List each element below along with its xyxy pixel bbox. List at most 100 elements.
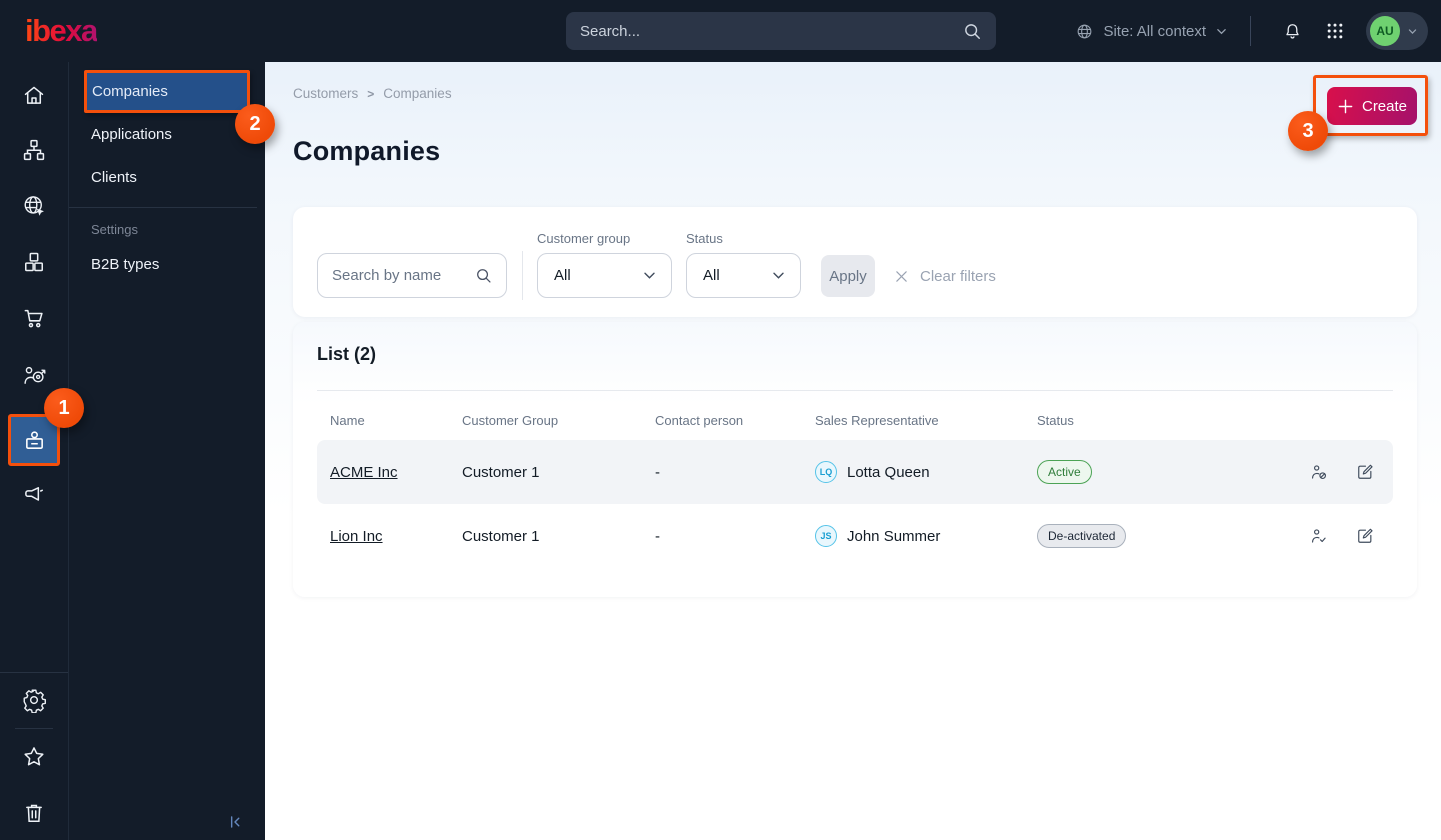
sitemap-icon — [21, 137, 47, 163]
avatar: LQ — [815, 461, 837, 483]
sidebar-item-clients[interactable]: Clients — [69, 159, 266, 195]
user-menu[interactable]: AU — [1366, 12, 1428, 50]
sidebar-section-settings: Settings — [91, 222, 138, 237]
status-select[interactable]: All — [686, 253, 801, 298]
col-header-customer-group: Customer Group — [462, 412, 559, 428]
rail-item-site-management[interactable] — [0, 181, 68, 231]
rail-item-product-catalog[interactable] — [0, 237, 68, 287]
list-divider — [317, 390, 1393, 391]
site-context-label: Site: All context — [1103, 22, 1206, 40]
sidebar-item-b2b-types[interactable]: B2B types — [69, 246, 266, 282]
avatar: JS — [815, 525, 837, 547]
sales-representative-cell: LQ Lotta Queen — [815, 461, 1037, 483]
notifications-bell-icon[interactable] — [1282, 21, 1303, 42]
trash-icon — [21, 800, 47, 826]
chevron-down-icon — [642, 268, 657, 283]
contact-person-cell: - — [655, 463, 660, 481]
company-name-link[interactable]: ACME Inc — [330, 464, 462, 481]
rail-divider-short — [15, 728, 53, 729]
col-header-name: Name — [330, 412, 365, 428]
page-title: Companies — [293, 136, 441, 166]
rail-item-customers[interactable] — [0, 411, 68, 469]
rail-divider — [0, 672, 68, 673]
rail-item-marketing[interactable] — [0, 470, 68, 520]
rail-item-customer-experience[interactable] — [0, 350, 68, 400]
status-badge: De-activated — [1037, 524, 1127, 548]
search-icon — [475, 267, 493, 285]
search-icon — [963, 22, 982, 41]
col-header-contact-person: Contact person — [655, 412, 744, 428]
clear-filters-label: Clear filters — [920, 267, 996, 285]
breadcrumb-customers[interactable]: Customers — [293, 86, 358, 101]
companies-list-card: List (2) Name Customer Group Contact per… — [293, 322, 1417, 597]
customers-submenu: Companies Applications Clients Settings … — [68, 62, 265, 840]
sales-representative-cell: JS John Summer — [815, 525, 1037, 547]
company-name-link[interactable]: Lion Inc — [330, 528, 462, 545]
app-grid-icon[interactable] — [1325, 21, 1345, 41]
edit-button[interactable] — [1355, 526, 1375, 546]
home-icon — [21, 82, 47, 108]
activate-user-button[interactable] — [1309, 526, 1329, 546]
breadcrumb-companies: Companies — [383, 86, 452, 101]
table-row: ACME Inc Customer 1 - LQ Lotta Queen Act… — [317, 440, 1393, 504]
col-header-sales-representative: Sales Representative — [815, 412, 939, 428]
close-icon — [893, 268, 910, 285]
avatar: AU — [1370, 16, 1400, 46]
filter-divider — [522, 251, 523, 300]
rail-item-admin[interactable] — [0, 675, 68, 725]
breadcrumb-separator: > — [367, 86, 375, 101]
clear-filters-button[interactable]: Clear filters — [893, 255, 996, 297]
contact-person-cell: - — [655, 527, 660, 545]
sidebar-divider — [69, 207, 257, 208]
breadcrumb: Customers > Companies — [293, 86, 452, 101]
main-icon-rail — [0, 62, 68, 840]
table-header-row: Name Customer Group Contact person Sales… — [317, 406, 1393, 434]
rail-item-content-structure[interactable] — [0, 125, 68, 175]
sidebar-item-applications[interactable]: Applications — [69, 116, 266, 152]
sidebar-item-companies[interactable]: Companies — [84, 70, 250, 113]
status-badge: Active — [1037, 460, 1092, 484]
globe-icon — [1075, 22, 1094, 41]
status-cell: Active — [1037, 460, 1265, 484]
plus-icon — [1337, 98, 1354, 115]
customer-group-label: Customer group — [537, 231, 631, 246]
deactivate-user-button[interactable] — [1309, 462, 1329, 482]
topbar-right-cluster: Site: All context AU — [1075, 0, 1428, 62]
rail-item-dashboard[interactable] — [0, 70, 68, 120]
rail-item-bookmarks[interactable] — [0, 732, 68, 782]
search-by-name-field[interactable] — [317, 253, 507, 298]
customer-group-cell: Customer 1 — [462, 527, 540, 545]
apply-button[interactable]: Apply — [821, 255, 875, 297]
sales-representative-name: John Summer — [847, 527, 941, 545]
chevron-down-icon — [1407, 26, 1418, 37]
status-value: All — [703, 267, 720, 284]
customer-group-select[interactable]: All — [537, 253, 672, 298]
create-button-label: Create — [1361, 97, 1408, 115]
top-bar: ibexa Site: All context — [0, 0, 1441, 62]
gear-icon — [21, 687, 47, 713]
global-search-input[interactable] — [566, 22, 963, 40]
status-label: Status — [686, 231, 723, 246]
row-actions — [1265, 462, 1375, 482]
topbar-divider — [1250, 16, 1251, 46]
boxes-icon — [21, 249, 47, 275]
chevron-down-icon — [1215, 25, 1228, 38]
search-by-name-input[interactable] — [318, 267, 475, 284]
list-heading: List (2) — [317, 344, 377, 364]
sidebar-item-label: B2B types — [91, 255, 160, 273]
edit-button[interactable] — [1355, 462, 1375, 482]
chevron-down-icon — [771, 268, 786, 283]
site-context-selector[interactable]: Site: All context — [1075, 22, 1228, 41]
customer-group-cell: Customer 1 — [462, 463, 540, 481]
table-row: Lion Inc Customer 1 - JS John Summer De-… — [317, 504, 1393, 568]
table-body: ACME Inc Customer 1 - LQ Lotta Queen Act… — [317, 440, 1393, 568]
customers-active-highlight — [8, 414, 60, 466]
rail-item-trash[interactable] — [0, 788, 68, 838]
customer-badge-icon — [21, 427, 48, 454]
create-button[interactable]: Create — [1327, 87, 1417, 125]
global-search[interactable] — [566, 12, 996, 50]
ibexa-logo: ibexa — [25, 13, 98, 48]
sidebar-collapse-button[interactable] — [225, 812, 245, 832]
shopping-cart-icon — [21, 305, 47, 331]
rail-item-commerce[interactable] — [0, 293, 68, 343]
